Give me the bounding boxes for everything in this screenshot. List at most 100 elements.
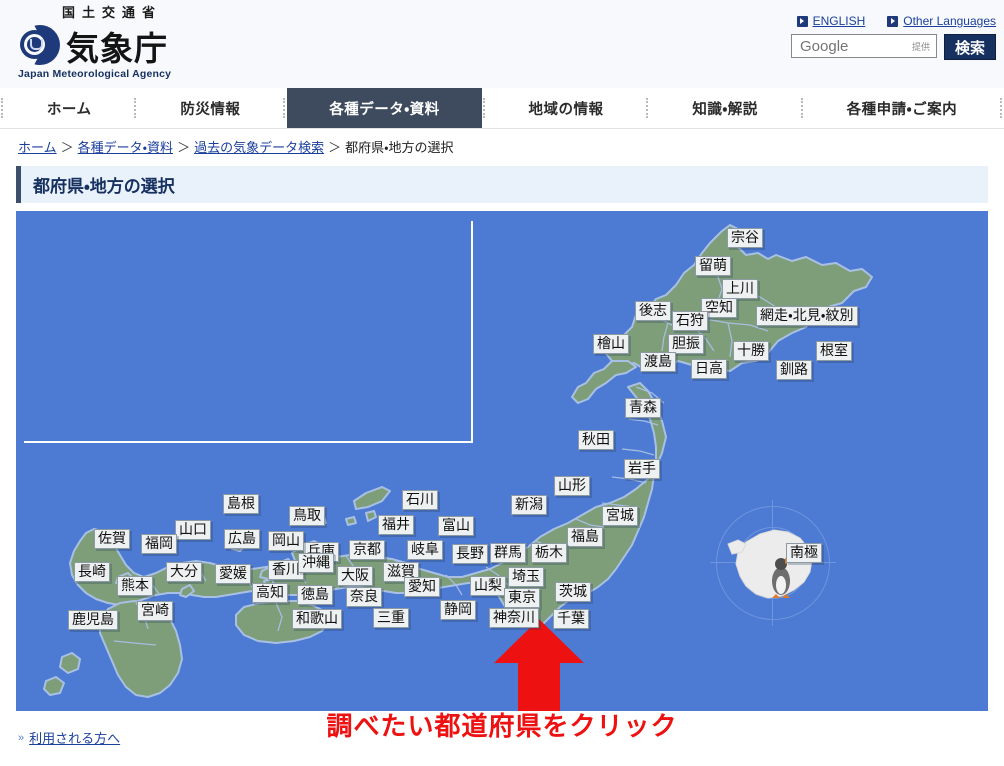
region-label[interactable]: 熊本 [117, 576, 153, 596]
region-label[interactable]: 上川 [722, 279, 758, 299]
region-label[interactable]: 岡山 [268, 531, 304, 551]
region-label[interactable]: 鳥取 [289, 506, 325, 526]
region-label[interactable]: 愛媛 [215, 564, 251, 584]
search-provider-note: 提供 [911, 41, 930, 52]
ministry-name: 国土交通省 [62, 5, 163, 20]
region-label[interactable]: 静岡 [440, 600, 476, 620]
region-label[interactable]: 石狩 [672, 311, 708, 331]
region-label[interactable]: 佐賀 [94, 529, 130, 549]
chevron-right-icon: » [18, 731, 25, 744]
language-links: ENGLISH Other Languages [791, 14, 996, 28]
nav-divider [1000, 98, 1003, 118]
region-label[interactable]: 愛知 [404, 577, 440, 597]
region-label[interactable]: 千葉 [553, 609, 589, 629]
region-label[interactable]: 栃木 [531, 543, 567, 563]
arrow-square-icon [796, 15, 808, 27]
region-label[interactable]: 山梨 [470, 576, 506, 596]
search-input-wrapper[interactable]: 提供 [791, 34, 937, 58]
up-arrow-icon [494, 619, 584, 711]
site-header: 国土交通省 気象庁 Japan Meteorological Agency EN… [0, 0, 1004, 88]
search-button[interactable]: 検索 [944, 34, 996, 60]
region-label[interactable]: 東京 [504, 588, 540, 608]
region-label[interactable]: 大分 [166, 562, 202, 582]
region-label[interactable]: 徳島 [297, 585, 333, 605]
region-label[interactable]: 群馬 [490, 543, 526, 563]
region-label[interactable]: 富山 [438, 516, 474, 536]
region-label[interactable]: 長野 [452, 544, 488, 564]
usage-guide-link[interactable]: » 利用される方へ [18, 728, 120, 747]
agency-name-ja: 気象庁 [66, 30, 168, 67]
nav-divider [646, 98, 649, 118]
region-label[interactable]: 岩手 [624, 459, 660, 479]
region-label[interactable]: 十勝 [733, 341, 769, 361]
nav-item-disaster-info[interactable]: 防災情報 [138, 88, 282, 128]
nav-divider [283, 98, 286, 118]
search-input[interactable] [798, 36, 909, 56]
region-label[interactable]: 和歌山 [292, 609, 342, 629]
breadcrumb-separator: ＞ [177, 140, 191, 155]
region-label[interactable]: 茨城 [555, 582, 591, 602]
search-area: 提供 検索 [791, 34, 996, 60]
region-label[interactable]: 青森 [625, 398, 661, 418]
breadcrumb-item-current: 都府県・地方の選択 [345, 140, 454, 155]
region-label[interactable]: 福井 [378, 515, 414, 535]
breadcrumb-item-home[interactable]: ホーム [18, 140, 57, 155]
japan-region-map[interactable]: 宗谷 留萌 上川 空知 後志 石狩 網走・北見・紋別 檜山 胆振 十勝 根室 渡島 日高 釧路 青森 秋田 岩手… [16, 211, 988, 711]
region-label[interactable]: 福岡 [141, 534, 177, 554]
region-label[interactable]: 山口 [175, 520, 211, 540]
antarctic-inset[interactable] [710, 500, 836, 626]
nav-item-applications[interactable]: 各種申請・ご案内 [805, 88, 999, 128]
region-label[interactable]: 京都 [349, 540, 385, 560]
nav-divider [1, 98, 4, 118]
nav-item-regional-info[interactable]: 地域の情報 [487, 88, 646, 128]
region-label[interactable]: 釧路 [776, 360, 812, 380]
region-label[interactable]: 三重 [373, 608, 409, 628]
region-label[interactable]: 大阪 [337, 566, 373, 586]
region-label[interactable]: 福島 [567, 527, 603, 547]
breadcrumb-item-data[interactable]: 各種データ・資料 [78, 140, 173, 155]
region-label[interactable]: 胆振 [668, 334, 704, 354]
region-label[interactable]: 宮城 [602, 506, 638, 526]
region-label[interactable]: 島根 [223, 494, 259, 514]
region-label[interactable]: 宗谷 [727, 228, 763, 248]
region-label[interactable]: 広島 [224, 529, 260, 549]
arrow-square-icon [887, 15, 899, 27]
region-label-antarctic[interactable]: 南極 [786, 543, 822, 563]
region-label[interactable]: 埼玉 [508, 567, 544, 587]
site-logo[interactable]: 国土交通省 気象庁 Japan Meteorological Agency [18, 4, 171, 80]
region-label[interactable]: 檜山 [593, 334, 629, 354]
english-link[interactable]: ENGLISH [796, 14, 865, 28]
usage-guide-link-label[interactable]: 利用される方へ [29, 728, 120, 747]
jma-logo-icon [18, 23, 62, 67]
page-title: 都府県・地方の選択 [16, 166, 988, 203]
other-languages-link[interactable]: Other Languages [887, 14, 996, 28]
region-label[interactable]: 根室 [816, 341, 852, 361]
region-label[interactable]: 網走・北見・紋別 [756, 306, 858, 326]
breadcrumb-item-past-weather-search[interactable]: 過去の気象データ検索 [194, 140, 324, 155]
region-label-okinawa[interactable]: 沖縄 [298, 553, 334, 573]
region-label[interactable]: 山形 [554, 476, 590, 496]
region-label[interactable]: 新潟 [511, 495, 547, 515]
region-label[interactable]: 鹿児島 [68, 610, 118, 630]
region-label[interactable]: 渡島 [640, 352, 676, 372]
main-navigation: ホーム 防災情報 各種データ・資料 地域の情報 知識・解説 各種申請・ご案内 [0, 88, 1004, 129]
region-label[interactable]: 宮崎 [137, 601, 173, 621]
region-label[interactable]: 石川 [402, 490, 438, 510]
region-label[interactable]: 秋田 [578, 430, 614, 450]
region-label[interactable]: 後志 [635, 301, 671, 321]
nav-divider [482, 98, 486, 118]
region-label[interactable]: 日高 [691, 359, 727, 379]
nav-item-knowledge[interactable]: 知識・解説 [650, 88, 799, 128]
nav-item-home[interactable]: ホーム [5, 88, 133, 128]
nav-item-data-materials[interactable]: 各種データ・資料 [287, 88, 482, 128]
breadcrumb-separator: ＞ [328, 140, 342, 155]
breadcrumb: ホーム＞各種データ・資料＞過去の気象データ検索＞都府県・地方の選択 [0, 129, 1004, 162]
agency-name-en: Japan Meteorological Agency [18, 68, 172, 80]
region-label[interactable]: 岐阜 [407, 540, 443, 560]
breadcrumb-separator: ＞ [60, 140, 74, 155]
region-label[interactable]: 神奈川 [489, 608, 539, 628]
region-label[interactable]: 長崎 [74, 562, 110, 582]
region-label[interactable]: 高知 [252, 583, 288, 603]
region-label[interactable]: 留萌 [695, 256, 731, 276]
region-label[interactable]: 奈良 [346, 587, 382, 607]
